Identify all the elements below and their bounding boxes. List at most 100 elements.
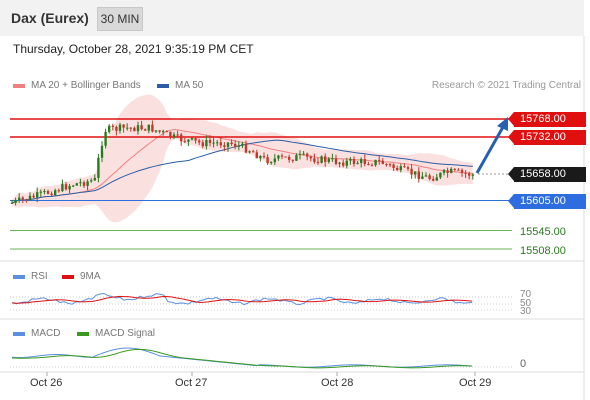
candle-body xyxy=(36,192,39,198)
candle-body xyxy=(424,175,428,177)
candle-body xyxy=(129,127,132,129)
macd-axis-zero: 0 xyxy=(520,358,527,370)
candle-body xyxy=(165,131,168,133)
candle-body xyxy=(64,184,68,190)
candle-body xyxy=(252,151,255,153)
candle-body xyxy=(399,166,402,171)
candle-body xyxy=(118,124,122,131)
support-1-label: 15545.00 xyxy=(520,226,566,238)
legend-macd-signal-label: MACD Signal xyxy=(95,328,156,339)
candle-body xyxy=(417,171,420,179)
resistance-1-tag: 15732.00 xyxy=(508,130,586,145)
price-chart-svg xyxy=(0,36,585,400)
candle-body xyxy=(356,162,359,164)
rsi-line xyxy=(11,292,473,306)
legend-rsi-9ma: 9MA xyxy=(62,271,101,282)
last-price-tag: 15658.00 xyxy=(508,167,586,182)
candle-body xyxy=(61,184,64,191)
candle-body xyxy=(25,199,28,201)
candle-body xyxy=(183,141,186,143)
candle-body xyxy=(378,159,381,161)
candle-body xyxy=(270,162,273,164)
candle-body xyxy=(342,162,345,166)
candle-body xyxy=(39,191,42,193)
candle-body xyxy=(162,131,165,133)
candle-body xyxy=(208,139,212,143)
candle-body xyxy=(435,177,438,181)
candle-body xyxy=(277,155,280,159)
candle-body xyxy=(154,130,158,132)
candle-body xyxy=(104,131,107,146)
candle-body xyxy=(374,159,377,166)
candle-body xyxy=(464,172,467,174)
resistance-2-tag: 15768.00 xyxy=(508,112,586,127)
candle-body xyxy=(194,138,197,141)
candle-body xyxy=(414,171,417,175)
date-label: Oct 27 xyxy=(175,377,208,389)
candle-body xyxy=(367,164,370,166)
candle-body xyxy=(122,124,125,128)
candle-body xyxy=(244,143,248,153)
candle-body xyxy=(349,158,352,161)
candle-body xyxy=(90,180,93,182)
candle-body xyxy=(32,195,35,198)
candle-body xyxy=(381,160,384,165)
candle-body xyxy=(100,145,104,158)
candle-body xyxy=(428,175,431,179)
candle-body xyxy=(169,131,172,138)
candle-body xyxy=(345,160,348,166)
candle-body xyxy=(388,164,392,166)
candle-body xyxy=(136,125,140,132)
candle-body xyxy=(140,125,143,130)
candle-body xyxy=(75,183,78,186)
candle-body xyxy=(460,169,464,173)
macd-signal-swatch-icon xyxy=(77,331,89,336)
candle-body xyxy=(453,168,456,170)
candle-body xyxy=(396,167,399,171)
candle-body xyxy=(324,156,327,162)
candle-body xyxy=(291,159,294,161)
macd-line xyxy=(11,347,473,368)
candle-body xyxy=(147,124,150,131)
macd-swatch-icon xyxy=(13,331,25,336)
candle-body xyxy=(273,158,276,163)
candle-body xyxy=(432,178,435,181)
candle-body xyxy=(158,130,161,132)
candle-body xyxy=(82,182,86,186)
legend-rsi-label: RSI xyxy=(31,271,48,282)
candle-body xyxy=(320,156,323,163)
candle-body xyxy=(280,155,284,157)
candle-body xyxy=(446,170,449,173)
candle-body xyxy=(226,142,230,147)
candle-body xyxy=(176,134,179,136)
candle-body xyxy=(410,168,413,175)
candle-body xyxy=(50,193,53,196)
candle-body xyxy=(126,127,129,129)
candle-body xyxy=(205,139,208,147)
candle-body xyxy=(450,168,453,173)
candle-body xyxy=(68,185,71,190)
rsi-swatch-icon xyxy=(13,274,25,279)
candle-body xyxy=(115,126,118,131)
candle-body xyxy=(190,138,194,140)
candle-body xyxy=(360,159,363,163)
candle-body xyxy=(14,199,17,203)
candle-body xyxy=(216,142,219,144)
candle-body xyxy=(234,143,237,147)
candle-body xyxy=(241,143,244,146)
candle-body xyxy=(309,156,312,159)
candle-body xyxy=(255,152,258,159)
legend-macd: MACD xyxy=(13,328,60,339)
date-label: Oct 29 xyxy=(459,377,492,389)
candle-body xyxy=(237,145,240,147)
candle-body xyxy=(28,195,32,201)
candle-body xyxy=(284,156,287,158)
candle-body xyxy=(471,174,474,176)
legend-rsi-9ma-label: 9MA xyxy=(80,271,101,282)
candle-body xyxy=(111,125,114,127)
candle-body xyxy=(331,158,334,160)
candle-body xyxy=(223,145,226,147)
candle-body xyxy=(151,124,154,132)
candle-body xyxy=(442,170,446,173)
candle-body xyxy=(198,140,201,143)
